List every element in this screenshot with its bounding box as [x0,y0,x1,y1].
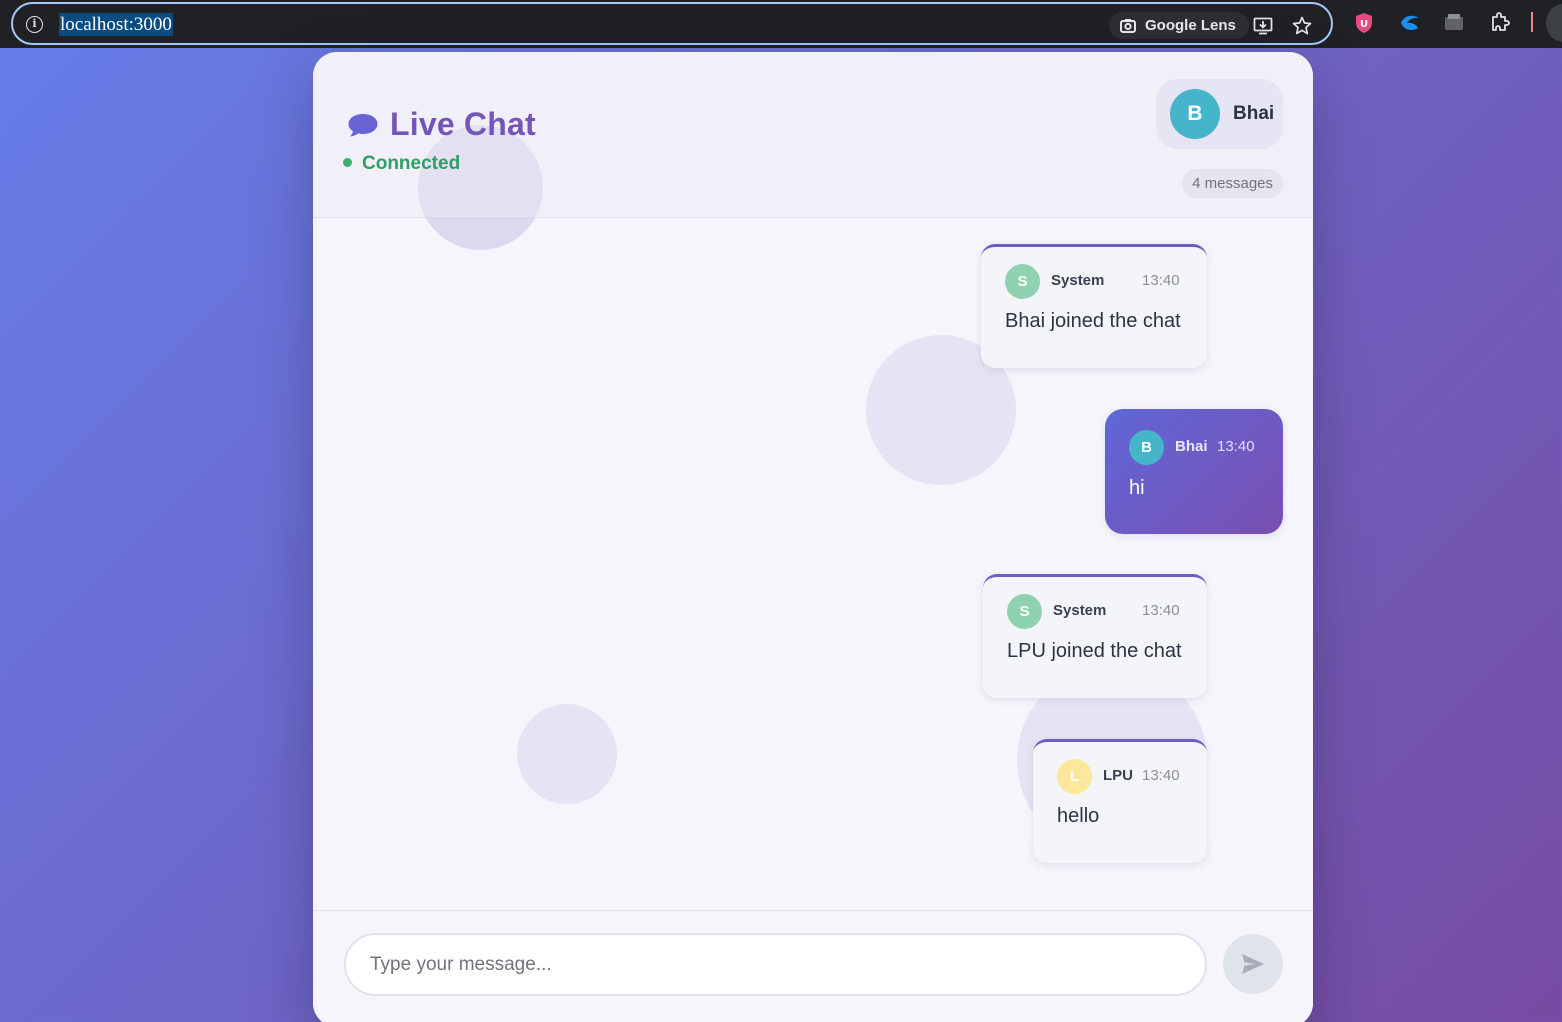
browser-toolbar: i localhost:3000 Google Lens U [0,0,1562,48]
message-text: LPU joined the chat [1007,640,1182,662]
tab-search-icon[interactable] [1444,13,1464,32]
status-dot-icon [343,158,352,167]
message-time: 13:40 [1142,767,1180,784]
connection-status-label: Connected [362,153,461,174]
decorative-circle [418,125,543,250]
current-user-badge[interactable]: B Bhai [1156,79,1283,149]
google-lens-icon [1120,19,1136,33]
send-button[interactable] [1223,934,1283,994]
own-message-card: B Bhai 13:40 hi [1105,409,1283,534]
message-time: 13:40 [1142,272,1180,289]
connection-status: Connected [343,153,460,175]
install-app-icon[interactable] [1253,16,1273,36]
message-time: 13:40 [1217,438,1255,455]
message-text: hello [1057,805,1100,827]
chat-window: Live Chat Connected B Bhai 4 messages S … [313,52,1313,1022]
url-text[interactable]: localhost:3000 [59,13,173,36]
message-time: 13:40 [1142,602,1180,619]
message-card: S System 13:40 Bhai joined the chat [981,244,1207,368]
avatar: B [1170,89,1220,139]
message-sender: Bhai [1175,438,1208,455]
avatar: S [1007,594,1042,629]
message-text: hi [1129,477,1145,499]
decorative-circle [517,704,617,804]
google-lens-label: Google Lens [1145,17,1236,34]
chat-header: Live Chat Connected B Bhai 4 messages [313,52,1313,250]
page-title: Live Chat [390,106,536,142]
avatar: L [1057,759,1092,794]
message-sender: System [1051,272,1105,289]
message-card: L LPU 13:40 hello [1033,739,1207,863]
chat-bubble-icon [348,114,378,137]
message-count-badge: 4 messages [1182,169,1283,198]
avatar: S [1005,264,1040,299]
send-icon [1242,954,1264,974]
bookmark-star-icon[interactable] [1292,16,1312,36]
site-info-icon[interactable]: i [26,16,43,33]
ublock-extension-icon[interactable]: U [1354,12,1374,34]
composer-bar [313,910,1313,1022]
current-user-name: Bhai [1233,103,1275,124]
google-lens-button[interactable]: Google Lens [1109,12,1249,39]
blue-extension-icon[interactable] [1399,13,1421,33]
avatar: B [1129,430,1164,465]
svg-text:U: U [1360,19,1368,30]
message-text: Bhai joined the chat [1005,310,1181,332]
message-sender: LPU [1103,767,1133,784]
toolbar-separator [1531,12,1533,32]
extensions-puzzle-icon[interactable] [1489,11,1511,33]
address-bar[interactable]: i localhost:3000 Google Lens [11,2,1333,45]
profile-avatar[interactable] [1546,4,1562,42]
message-input[interactable] [344,933,1207,996]
message-card: S System 13:40 LPU joined the chat [983,574,1207,698]
message-sender: System [1053,602,1107,619]
